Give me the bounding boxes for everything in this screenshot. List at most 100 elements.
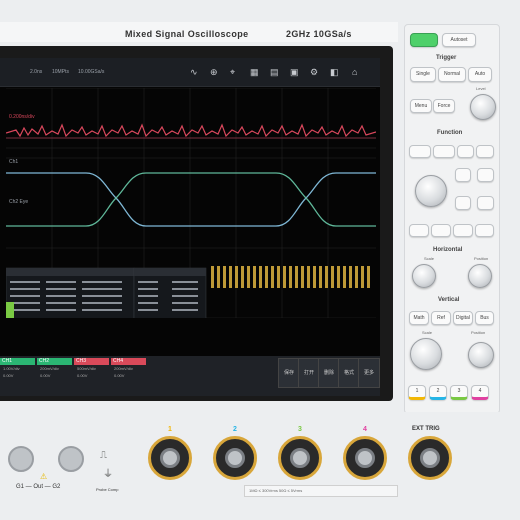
ch4-bnc-input[interactable] — [343, 436, 387, 480]
digital-button[interactable]: Digital — [453, 311, 473, 325]
softkey-1[interactable]: 保存 — [278, 358, 300, 388]
ch2-scale: 200mV/div — [40, 366, 59, 371]
h-position-label: Position — [474, 256, 489, 261]
ch4-scale: 200mV/div — [114, 366, 133, 371]
vertical-section-label: Vertical — [438, 297, 460, 303]
probe-comp-label: Probe Comp — [96, 487, 119, 492]
eye-label: Ch2 Eye — [9, 199, 28, 205]
function-button-11[interactable] — [453, 224, 473, 237]
measurement-table-1[interactable] — [6, 267, 135, 318]
mid-trace-label: Ch1 — [9, 159, 18, 165]
ch2-number: 2 — [233, 426, 237, 433]
ch2-offset: 0.00V — [40, 373, 51, 378]
h-scale-label: Scale — [424, 256, 435, 261]
ch3-name: CH3 — [74, 358, 109, 365]
ch3-number: 3 — [298, 426, 302, 433]
ch2-name: CH2 — [37, 358, 72, 365]
ch3-button[interactable]: 3 — [450, 385, 468, 400]
generator-2-connector[interactable] — [58, 446, 84, 472]
normal-button[interactable]: Normal — [438, 67, 466, 82]
ext-trig-bnc-input[interactable] — [408, 436, 452, 480]
ch4-button[interactable]: 4 — [471, 385, 489, 400]
single-button[interactable]: Single — [410, 67, 436, 82]
function-button-5[interactable] — [455, 168, 471, 182]
ch3-status[interactable]: CH3 500mV/div 0.00V — [74, 358, 109, 388]
cursor-icon[interactable]: ⌖ — [230, 67, 235, 78]
grid-icon[interactable]: ▤ — [270, 67, 279, 78]
generator-label: G1 — Out — G2 — [16, 484, 61, 490]
trigger-level-knob[interactable] — [470, 94, 496, 120]
ch2-status[interactable]: CH2 200mV/div 0.00V — [37, 358, 72, 388]
ch1-button[interactable]: 1 — [408, 385, 426, 400]
horizontal-section-label: Horizontal — [433, 247, 463, 253]
run-stop-button[interactable] — [410, 33, 438, 47]
bus-button[interactable]: Bus — [475, 311, 494, 325]
function-button-1[interactable] — [409, 145, 431, 158]
softkey-3[interactable]: 删除 — [318, 358, 340, 388]
vertical-scale-knob[interactable] — [410, 338, 442, 370]
waveform-icon[interactable]: ∿ — [190, 67, 198, 78]
function-button-10[interactable] — [431, 224, 451, 237]
home-icon[interactable]: ⌂ — [352, 67, 357, 77]
horizontal-position-knob[interactable] — [468, 264, 492, 288]
ext-trig-label: EXT TRIG — [412, 426, 440, 432]
vertical-position-knob[interactable] — [468, 342, 494, 368]
v-position-label: Position — [471, 330, 486, 335]
function-button-6[interactable] — [477, 168, 494, 182]
multipurpose-knob[interactable] — [415, 175, 447, 207]
autoset-button[interactable]: Autoset — [442, 33, 476, 47]
save-icon[interactable]: ▣ — [290, 67, 299, 78]
ref-button[interactable]: Ref — [431, 311, 451, 325]
top-trace-label: 0.200ns/div — [9, 114, 35, 120]
math-button[interactable]: Math — [409, 311, 429, 325]
digital-bus-trace — [211, 266, 370, 288]
ch1-offset: 0.00V — [3, 373, 14, 378]
ch3-bnc-input[interactable] — [278, 436, 322, 480]
v-scale-label: Scale — [422, 330, 433, 335]
function-button-3[interactable] — [457, 145, 474, 158]
ch1-status[interactable]: CH1 1.00V/div 0.00V — [0, 358, 35, 388]
square-wave-icon: ⎍ — [100, 450, 107, 461]
settings-icon[interactable]: ⚙ — [310, 67, 318, 78]
horizontal-scale-knob[interactable] — [412, 264, 436, 288]
function-button-8[interactable] — [477, 196, 494, 210]
input-rating-label: 1MΩ ≤ 300Vrms 50Ω ≤ 5Vrms — [244, 485, 398, 497]
zoom-icon[interactable]: ⊕ — [210, 67, 218, 78]
ch1-scale: 1.00V/div — [3, 366, 20, 371]
generator-1-connector[interactable] — [8, 446, 34, 472]
function-button-2[interactable] — [433, 145, 455, 158]
softkey-2[interactable]: 打开 — [298, 358, 320, 388]
ch3-offset: 0.00V — [77, 373, 88, 378]
ch4-status[interactable]: CH4 200mV/div 0.00V — [111, 358, 146, 388]
waveform-display[interactable]: 0.200ns/div Ch1 Ch2 Eye — [6, 88, 376, 318]
function-button-9[interactable] — [409, 224, 429, 237]
force-button[interactable]: Force — [433, 99, 455, 113]
measurement-table-2[interactable] — [133, 267, 207, 318]
trigger-section-label: Trigger — [436, 55, 457, 61]
trigger-menu-button[interactable]: Menu — [410, 99, 432, 113]
auto-button[interactable]: Auto — [468, 67, 492, 82]
ch3-scale: 500mV/div — [77, 366, 96, 371]
function-button-7[interactable] — [455, 196, 471, 210]
oscilloscope-body: Mixed Signal Oscilloscope 2GHz 10GSa/s 2… — [0, 0, 520, 520]
ref-icon[interactable]: ◧ — [330, 67, 339, 78]
screen-toolbar: 2.0ns 10MPts 10.00GSa/s ∿ ⊕ ⌖ ▦ ▤ ▣ ⚙ ◧ … — [0, 58, 380, 87]
ch1-name: CH1 — [0, 358, 35, 365]
ch2-button[interactable]: 2 — [429, 385, 447, 400]
function-button-4[interactable] — [476, 145, 494, 158]
model-label: Mixed Signal Oscilloscope — [125, 29, 249, 39]
ground-icon: ⏚ — [103, 469, 113, 480]
level-label: Level — [476, 86, 486, 91]
ch1-bnc-input[interactable] — [148, 436, 192, 480]
softkey-4[interactable]: 格式 — [338, 358, 360, 388]
spec-label: 2GHz 10GSa/s — [286, 29, 352, 39]
ch4-name: CH4 — [111, 358, 146, 365]
ch3-trace — [6, 123, 376, 138]
ch2-bnc-input[interactable] — [213, 436, 257, 480]
display-screen: 2.0ns 10MPts 10.00GSa/s ∿ ⊕ ⌖ ▦ ▤ ▣ ⚙ ◧ … — [0, 58, 380, 396]
softkey-5[interactable]: 更多 — [358, 358, 380, 388]
ch4-number: 4 — [363, 426, 367, 433]
sample-rate-readout: 10.00GSa/s — [78, 69, 105, 75]
function-button-12[interactable] — [475, 224, 494, 237]
measure-icon[interactable]: ▦ — [250, 67, 259, 78]
